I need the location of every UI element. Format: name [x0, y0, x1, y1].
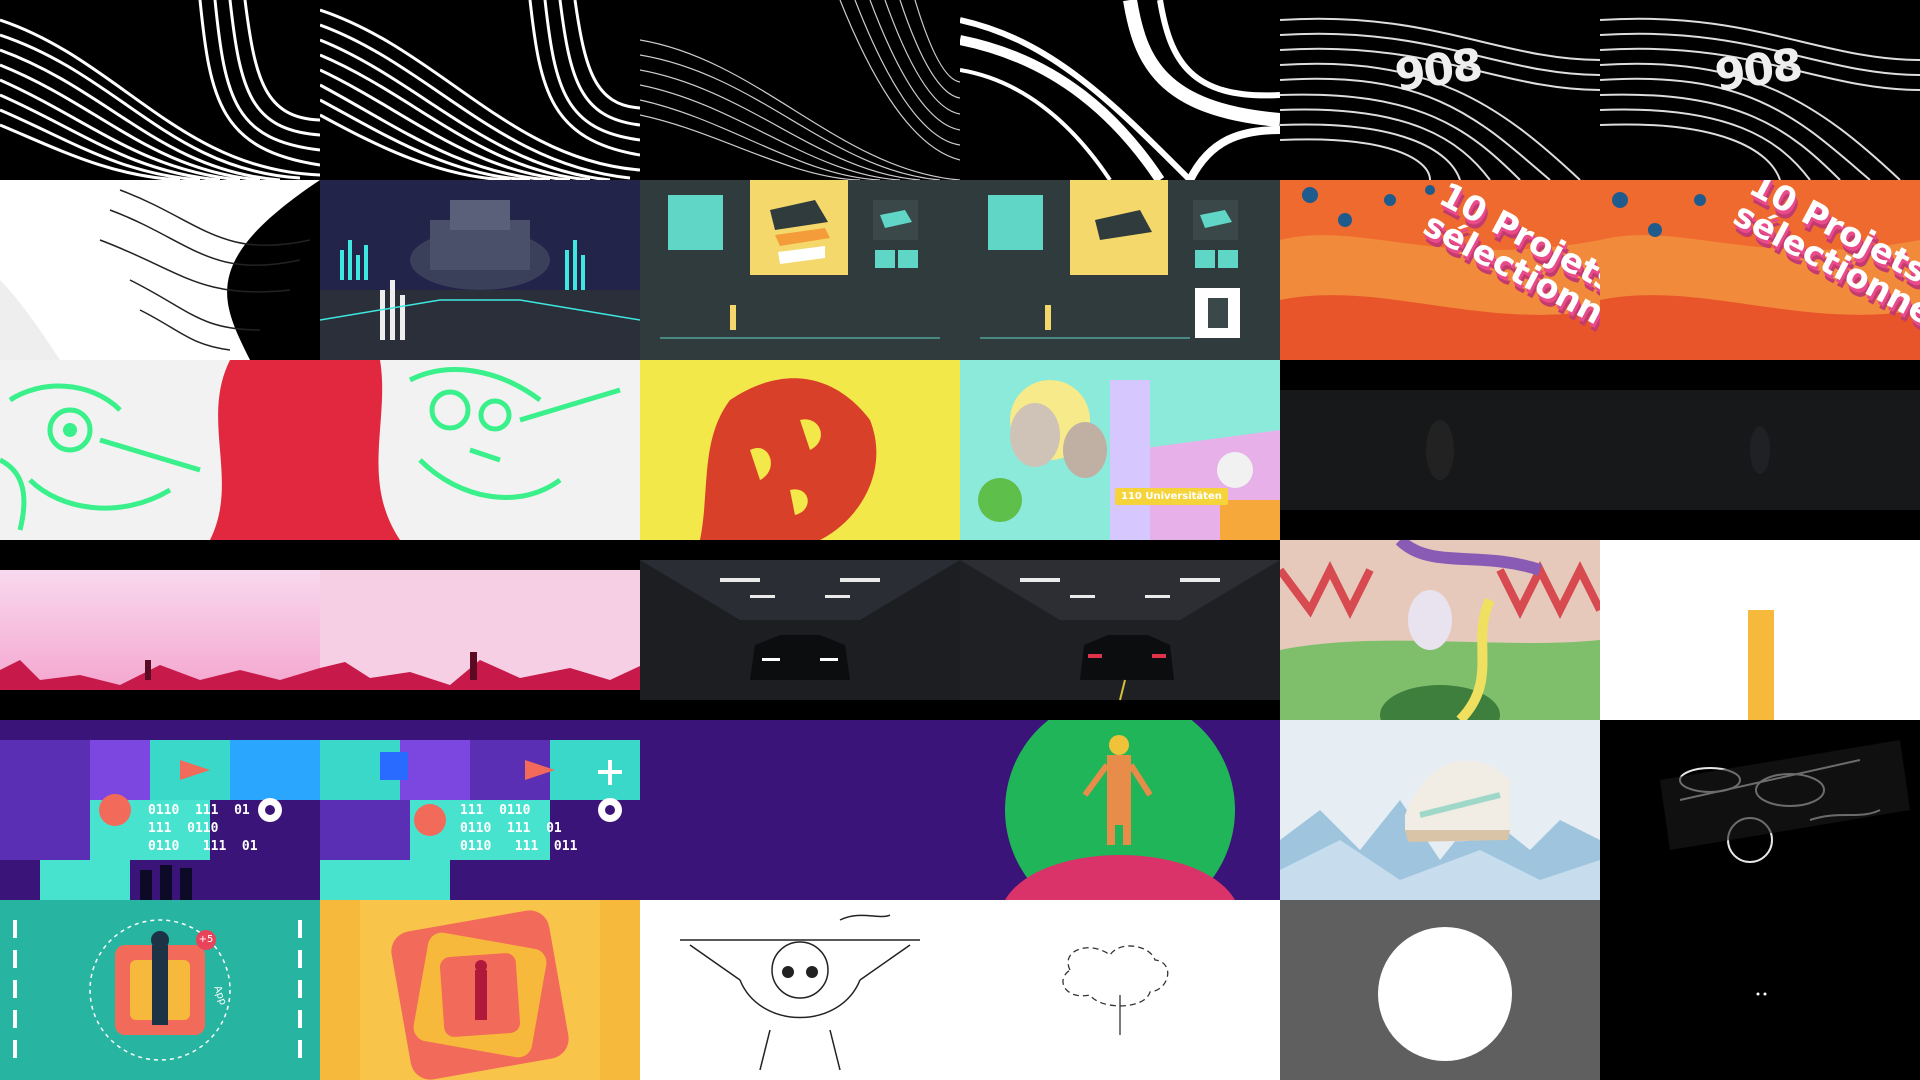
lines-art [960, 0, 1280, 180]
pink-scene [320, 570, 640, 690]
tunnel-scene [640, 560, 960, 700]
thumb-infographic-shoe-1[interactable] [640, 180, 960, 360]
fabric [700, 378, 877, 540]
machine-scene [1660, 740, 1910, 863]
lines-art [0, 0, 320, 180]
dark-scene [1280, 390, 1600, 510]
tunnel-scene [960, 560, 1280, 701]
dots [1756, 992, 1767, 996]
app-scene [13, 919, 302, 1070]
binary-text: 0110 111 01 111 0110 0110 111 01 [148, 803, 258, 854]
lines-art [0, 180, 320, 360]
collage [960, 360, 1280, 540]
thumb-car-tunnel-front[interactable] [640, 540, 960, 720]
city-scene [320, 180, 640, 360]
frame-scene [360, 900, 600, 1080]
lineart [680, 914, 920, 1071]
thumb-teal-app[interactable]: +5 App [0, 900, 320, 1080]
thumb-projets-2[interactable]: 10 Projets sélectionnés [1600, 180, 1920, 360]
yoda-flag [320, 360, 621, 540]
thumb-yoda-flag-1[interactable] [0, 360, 320, 540]
thumb-black-dots[interactable] [1600, 900, 1920, 1080]
thumb-dark-figure-1[interactable] [1280, 360, 1600, 540]
thumb-ribbon-shoe[interactable] [1280, 540, 1600, 720]
infographic [660, 180, 940, 339]
thumb-lines-wave-1[interactable] [0, 0, 320, 180]
thumb-collage-universities[interactable]: 110 Universitäten [960, 360, 1280, 540]
thumb-infographic-shoe-2[interactable] [960, 180, 1280, 360]
thumb-projets-1[interactable]: 10 Projets sélectionnés [1280, 180, 1600, 360]
thumb-lines-swirl[interactable] [960, 0, 1280, 180]
lines-art [640, 0, 960, 180]
thumb-blocks-binary-1[interactable]: 0110 111 01 111 0110 0110 111 01 [0, 720, 320, 900]
thumb-orange-frame[interactable] [320, 900, 640, 1080]
thumb-3d-city-stage[interactable] [320, 180, 640, 360]
lines-art [320, 0, 640, 180]
thumb-blocks-binary-2[interactable]: 111 0110 0110 111 01 0110 111 011 [320, 720, 640, 900]
lineart [1062, 945, 1169, 1035]
thumb-lines-wave-2[interactable] [320, 0, 640, 180]
thumb-lineart-hanger[interactable] [640, 900, 960, 1080]
circle [1378, 927, 1512, 1061]
thumb-red-fabric[interactable] [640, 360, 960, 540]
thumb-dark-machine[interactable] [1600, 720, 1920, 900]
contact-sheet-grid: 908 908 10 Projets sélectionnés 10 Proje… [0, 0, 1920, 1080]
thumb-white-wave[interactable] [0, 180, 320, 360]
thumb-908-logo-2[interactable]: 908 [1600, 0, 1920, 180]
thumb-car-tunnel-rear[interactable] [960, 540, 1280, 720]
thumb-lines-tunnel[interactable] [640, 0, 960, 180]
dark-scene [1600, 390, 1920, 510]
universities-tag: 110 Universitäten [1115, 488, 1228, 505]
crystal-scene [1280, 760, 1600, 900]
thumb-dark-figure-2[interactable] [1600, 360, 1920, 540]
thumb-crystal-sneaker[interactable] [1280, 720, 1600, 900]
thumb-purple-empty[interactable] [640, 720, 960, 900]
thumb-yoda-flag-2[interactable] [320, 360, 640, 540]
thumb-lineart-tree[interactable] [960, 900, 1280, 1080]
thumb-circle-figure[interactable] [960, 720, 1280, 900]
circle-scene [1005, 720, 1235, 900]
thumb-yellow-bar[interactable] [1600, 540, 1920, 720]
thumb-pink-smoke-1[interactable] [0, 540, 320, 720]
yoda-flag [0, 360, 320, 540]
thumb-908-logo-1[interactable]: 908 [1280, 0, 1600, 180]
binary-text: 111 0110 0110 111 01 0110 111 011 [460, 803, 578, 854]
yellow-bar [1748, 610, 1774, 720]
thumb-white-circle[interactable] [1280, 900, 1600, 1080]
pink-scene [0, 570, 320, 690]
notification-badge: +5 [196, 930, 216, 950]
ribbon-scene [1280, 540, 1600, 720]
infographic [980, 180, 1240, 339]
thumb-pink-smoke-2[interactable] [320, 540, 640, 720]
